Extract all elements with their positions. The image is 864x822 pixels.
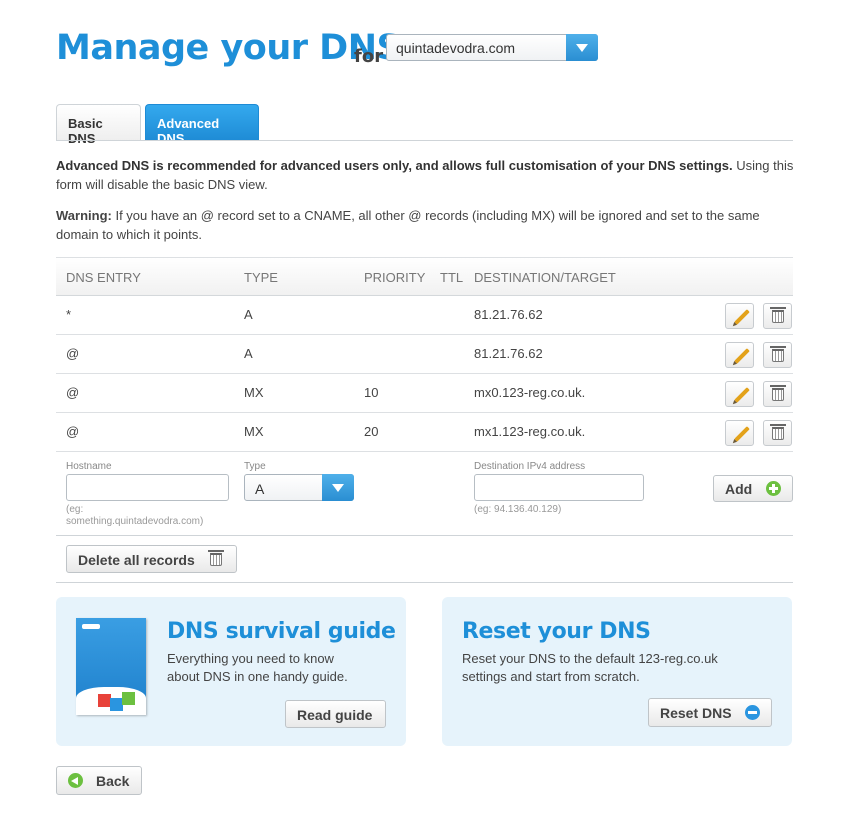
guide-title: DNS survival guide bbox=[167, 619, 396, 644]
plus-icon bbox=[766, 481, 781, 496]
destination-hint: (eg: 94.136.40.129) bbox=[474, 504, 562, 515]
reset-dns-button[interactable]: Reset DNS bbox=[648, 698, 772, 727]
chevron-down-icon[interactable] bbox=[566, 34, 598, 61]
cell-target: mx1.123-reg.co.uk. bbox=[474, 424, 586, 439]
header-ttl: TTL bbox=[440, 270, 464, 285]
tab-basic-dns[interactable]: Basic DNS bbox=[56, 104, 141, 146]
back-button[interactable]: Back bbox=[56, 766, 142, 795]
read-guide-button[interactable]: Read guide bbox=[285, 700, 386, 728]
tab-advanced-dns[interactable]: Advanced DNS bbox=[145, 104, 259, 146]
divider bbox=[56, 535, 793, 536]
pencil-icon bbox=[734, 387, 750, 403]
cell-priority: 20 bbox=[364, 424, 379, 439]
trash-icon bbox=[770, 385, 786, 401]
delete-button[interactable] bbox=[763, 420, 792, 446]
delete-button[interactable] bbox=[763, 381, 792, 407]
reset-text-line-1: Reset your DNS to the default 123-reg.co… bbox=[462, 651, 718, 666]
hostname-label: Hostname bbox=[66, 461, 112, 472]
hostname-input[interactable] bbox=[66, 474, 229, 501]
divider bbox=[56, 582, 793, 583]
cell-type: MX bbox=[244, 424, 264, 439]
intro-bold: Advanced DNS is recommended for advanced… bbox=[56, 158, 733, 173]
domain-select-value: quintadevodra.com bbox=[396, 40, 516, 56]
dns-guide-panel: DNS survival guide Everything you need t… bbox=[56, 597, 406, 746]
guide-text: Everything you need to know about DNS in … bbox=[167, 650, 348, 686]
reset-dns-panel: Reset your DNS Reset your DNS to the def… bbox=[442, 597, 792, 746]
guide-book-image bbox=[76, 618, 146, 715]
delete-button[interactable] bbox=[763, 342, 792, 368]
destination-input[interactable] bbox=[474, 474, 644, 501]
delete-all-button[interactable]: Delete all records bbox=[66, 545, 237, 573]
reset-title: Reset your DNS bbox=[462, 619, 651, 644]
header-destination: DESTINATION/TARGET bbox=[474, 270, 616, 285]
pencil-icon bbox=[734, 348, 750, 364]
tab-divider bbox=[56, 140, 793, 141]
read-guide-label: Read guide bbox=[297, 707, 373, 723]
header-type: TYPE bbox=[244, 270, 278, 285]
table-header: DNS ENTRY TYPE PRIORITY TTL DESTINATION/… bbox=[56, 257, 793, 296]
cell-entry: @ bbox=[66, 424, 80, 439]
trash-icon bbox=[770, 346, 786, 362]
cell-entry: @ bbox=[66, 346, 80, 361]
hostname-hint: (eg: something.quintadevodra.com) bbox=[66, 504, 203, 528]
header-dns-entry: DNS ENTRY bbox=[66, 270, 141, 285]
edit-button[interactable] bbox=[725, 303, 754, 329]
pencil-icon bbox=[734, 309, 750, 325]
reset-dns-label: Reset DNS bbox=[660, 705, 732, 721]
add-record-button[interactable]: Add bbox=[713, 475, 793, 502]
delete-button[interactable] bbox=[763, 303, 792, 329]
edit-button[interactable] bbox=[725, 342, 754, 368]
cell-entry: * bbox=[66, 307, 72, 322]
hostname-hint-line-2: something.quintadevodra.com) bbox=[66, 516, 204, 527]
warning-text: Warning: If you have an @ record set to … bbox=[56, 206, 796, 244]
edit-button[interactable] bbox=[725, 381, 754, 407]
back-label: Back bbox=[96, 773, 130, 789]
trash-icon bbox=[770, 424, 786, 440]
trash-icon bbox=[208, 550, 224, 566]
cell-target: 81.21.76.62 bbox=[474, 307, 543, 322]
back-arrow-icon bbox=[68, 773, 83, 788]
cell-priority: 10 bbox=[364, 385, 379, 400]
table-row: @ MX 10 mx0.123-reg.co.uk. bbox=[56, 374, 793, 413]
trash-icon bbox=[770, 307, 786, 323]
table-row: * A 81.21.76.62 bbox=[56, 296, 793, 335]
header-priority: PRIORITY bbox=[364, 270, 426, 285]
delete-all-label: Delete all records bbox=[78, 552, 195, 568]
table-row: @ A 81.21.76.62 bbox=[56, 335, 793, 374]
minus-icon bbox=[745, 705, 760, 720]
table-row: @ MX 20 mx1.123-reg.co.uk. bbox=[56, 413, 793, 452]
cell-entry: @ bbox=[66, 385, 80, 400]
type-select[interactable]: A bbox=[244, 474, 354, 501]
cell-type: A bbox=[244, 307, 253, 322]
type-label: Type bbox=[244, 461, 266, 472]
cell-type: A bbox=[244, 346, 253, 361]
domain-select[interactable]: quintadevodra.com bbox=[386, 34, 598, 61]
reset-text-line-2: settings and start from scratch. bbox=[462, 669, 640, 684]
edit-button[interactable] bbox=[725, 420, 754, 446]
for-label: for bbox=[354, 46, 384, 67]
page-title: Manage your DNS bbox=[56, 28, 402, 68]
guide-text-line-2: about DNS in one handy guide. bbox=[167, 669, 348, 684]
guide-text-line-1: Everything you need to know bbox=[167, 651, 334, 666]
destination-label: Destination IPv4 address bbox=[474, 461, 586, 472]
intro-text: Advanced DNS is recommended for advanced… bbox=[56, 156, 796, 194]
add-label: Add bbox=[725, 481, 753, 497]
hostname-hint-line-1: (eg: bbox=[66, 504, 84, 515]
cell-target: 81.21.76.62 bbox=[474, 346, 543, 361]
logo-icon bbox=[82, 624, 100, 629]
warning-bold: Warning: bbox=[56, 208, 112, 223]
reset-text: Reset your DNS to the default 123-reg.co… bbox=[462, 650, 718, 686]
cell-target: mx0.123-reg.co.uk. bbox=[474, 385, 586, 400]
chevron-down-icon[interactable] bbox=[322, 474, 354, 501]
warning-rest: If you have an @ record set to a CNAME, … bbox=[56, 208, 760, 242]
pencil-icon bbox=[734, 426, 750, 442]
type-select-value: A bbox=[255, 481, 265, 497]
number-block-icon bbox=[122, 692, 135, 705]
cell-type: MX bbox=[244, 385, 264, 400]
